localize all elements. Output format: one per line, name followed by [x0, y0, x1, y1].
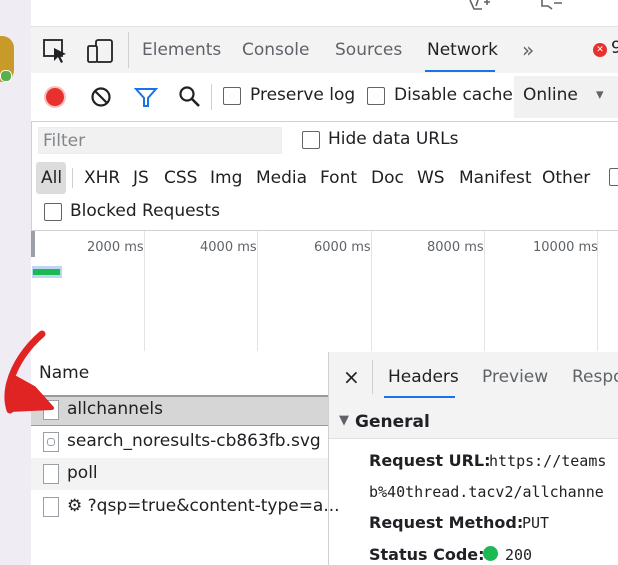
hide-data-urls-label[interactable]: Hide data URLs: [328, 129, 458, 149]
type-filter-xhr[interactable]: XHR: [84, 163, 120, 193]
type-filter-all[interactable]: All: [41, 163, 62, 193]
tab-network[interactable]: Network: [427, 27, 498, 73]
preserve-log-checkbox[interactable]: [223, 87, 241, 105]
search-icon[interactable]: [178, 85, 202, 109]
error-icon[interactable]: ✕: [593, 43, 607, 57]
timeline-handle[interactable]: [31, 231, 35, 257]
blocked-requests-label[interactable]: Blocked Requests: [70, 201, 220, 221]
type-filter-css[interactable]: CSS: [164, 163, 197, 193]
svg-file-icon: [43, 432, 59, 452]
chevron-down-icon: ▾: [596, 85, 604, 103]
request-file-icon: [43, 464, 59, 484]
tab-console[interactable]: Console: [242, 27, 310, 73]
favorite-add-icon[interactable]: [466, 0, 492, 12]
type-filter-ws[interactable]: WS: [417, 163, 445, 193]
device-toolbar-icon[interactable]: [86, 37, 114, 65]
annotation-arrow-icon: [4, 330, 54, 414]
timeline-gridline: [257, 231, 258, 351]
active-tab-indicator: [384, 396, 455, 398]
inspect-element-icon[interactable]: [42, 38, 68, 64]
tab-sources[interactable]: Sources: [335, 27, 402, 73]
request-method-key: Request Method:: [369, 513, 524, 532]
tab-separator: [372, 360, 373, 394]
type-filter-font[interactable]: Font: [320, 163, 357, 193]
section-title: General: [355, 412, 430, 432]
type-separator: [72, 168, 73, 188]
hide-data-urls-checkbox[interactable]: [302, 131, 320, 149]
timeline-request-bar: [33, 269, 60, 275]
tab-preview[interactable]: Preview: [482, 352, 548, 402]
disable-cache-checkbox[interactable]: [367, 87, 385, 105]
request-url-value-continued: b%40thread.tacv2/allchanne: [369, 483, 604, 501]
timeline-gridline: [144, 231, 145, 351]
clear-icon[interactable]: [90, 86, 112, 108]
preserve-log-label[interactable]: Preserve log: [250, 85, 355, 105]
record-icon[interactable]: [44, 86, 66, 108]
tab-elements[interactable]: Elements: [142, 27, 221, 73]
status-code-key: Status Code:: [369, 545, 485, 564]
tab-response[interactable]: Respo: [572, 352, 618, 402]
triangle-down-icon: ▼: [339, 413, 349, 428]
request-url-value: https://teams: [489, 452, 607, 470]
type-filter-media[interactable]: Media: [256, 163, 307, 193]
toolbar-separator: [211, 84, 212, 110]
request-name[interactable]: allchannels: [67, 399, 163, 419]
status-ok-icon: [483, 546, 498, 561]
timeline-gridline: [371, 231, 372, 351]
type-filter-other[interactable]: Other: [542, 163, 590, 193]
timeline-tick: 6000 ms: [314, 240, 371, 255]
blocked-requests-checkbox[interactable]: [44, 203, 62, 221]
type-filter-manifest[interactable]: Manifest: [459, 163, 532, 193]
timeline-tick: 10000 ms: [533, 240, 598, 255]
type-filter-js[interactable]: JS: [133, 163, 149, 193]
browser-toolbar: [31, 0, 618, 27]
tab-separator: [128, 32, 129, 68]
status-code-value: 200: [505, 546, 533, 564]
timeline-tick: 8000 ms: [427, 240, 484, 255]
disable-cache-label[interactable]: Disable cache: [394, 85, 513, 105]
type-filter-doc[interactable]: Doc: [371, 163, 404, 193]
has-blocked-cookies-checkbox[interactable]: [609, 168, 618, 186]
timeline-tick: 4000 ms: [200, 240, 257, 255]
timeline-tick: 2000 ms: [87, 240, 144, 255]
throttling-value: Online: [523, 85, 578, 105]
request-url-key: Request URL:: [369, 451, 491, 470]
filter-input[interactable]: Filter: [38, 127, 282, 154]
request-name[interactable]: poll: [67, 463, 98, 483]
request-name[interactable]: search_noresults-cb863fb.svg: [67, 431, 321, 451]
request-name[interactable]: ⚙ ?qsp=true&content-type=a...: [67, 496, 340, 516]
feedback-icon[interactable]: [540, 0, 564, 10]
timeline-gridline: [484, 231, 485, 351]
presence-badge: [0, 70, 12, 82]
filter-icon[interactable]: [134, 86, 158, 108]
close-icon[interactable]: ×: [343, 352, 360, 402]
browser-side-strip: [0, 0, 32, 565]
type-filter-img[interactable]: Img: [210, 163, 242, 193]
tab-headers[interactable]: Headers: [388, 352, 459, 402]
error-count[interactable]: 9: [611, 38, 618, 58]
more-tabs-button[interactable]: »: [522, 27, 534, 73]
request-method-value: PUT: [522, 514, 550, 532]
active-tab-indicator: [425, 70, 495, 72]
request-file-icon: [43, 497, 59, 517]
